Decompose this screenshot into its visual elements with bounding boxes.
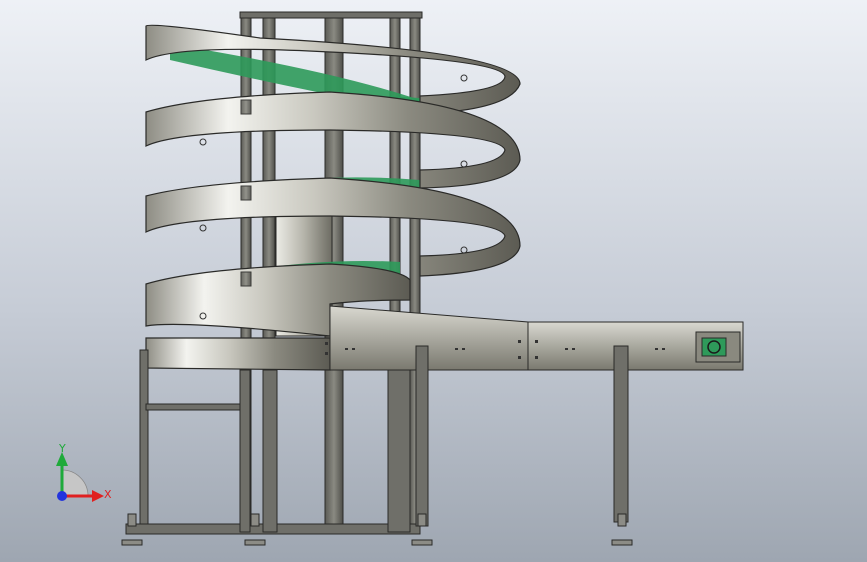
spiral-ring-bottom bbox=[145, 337, 331, 371]
spiral-conveyor-model: Y X bbox=[56, 11, 744, 546]
tower-top-beam bbox=[239, 11, 423, 19]
cad-viewport[interactable]: Y X bbox=[0, 0, 867, 562]
triad-plane bbox=[61, 469, 89, 497]
outfeed-conveyor bbox=[329, 305, 744, 371]
x-axis-arrowhead bbox=[92, 490, 104, 502]
y-axis-label: Y bbox=[58, 442, 66, 455]
x-axis-label: X bbox=[104, 488, 112, 501]
z-axis-dot bbox=[57, 491, 67, 501]
base-frame bbox=[125, 345, 629, 535]
axis-triad: Y X bbox=[56, 442, 112, 502]
